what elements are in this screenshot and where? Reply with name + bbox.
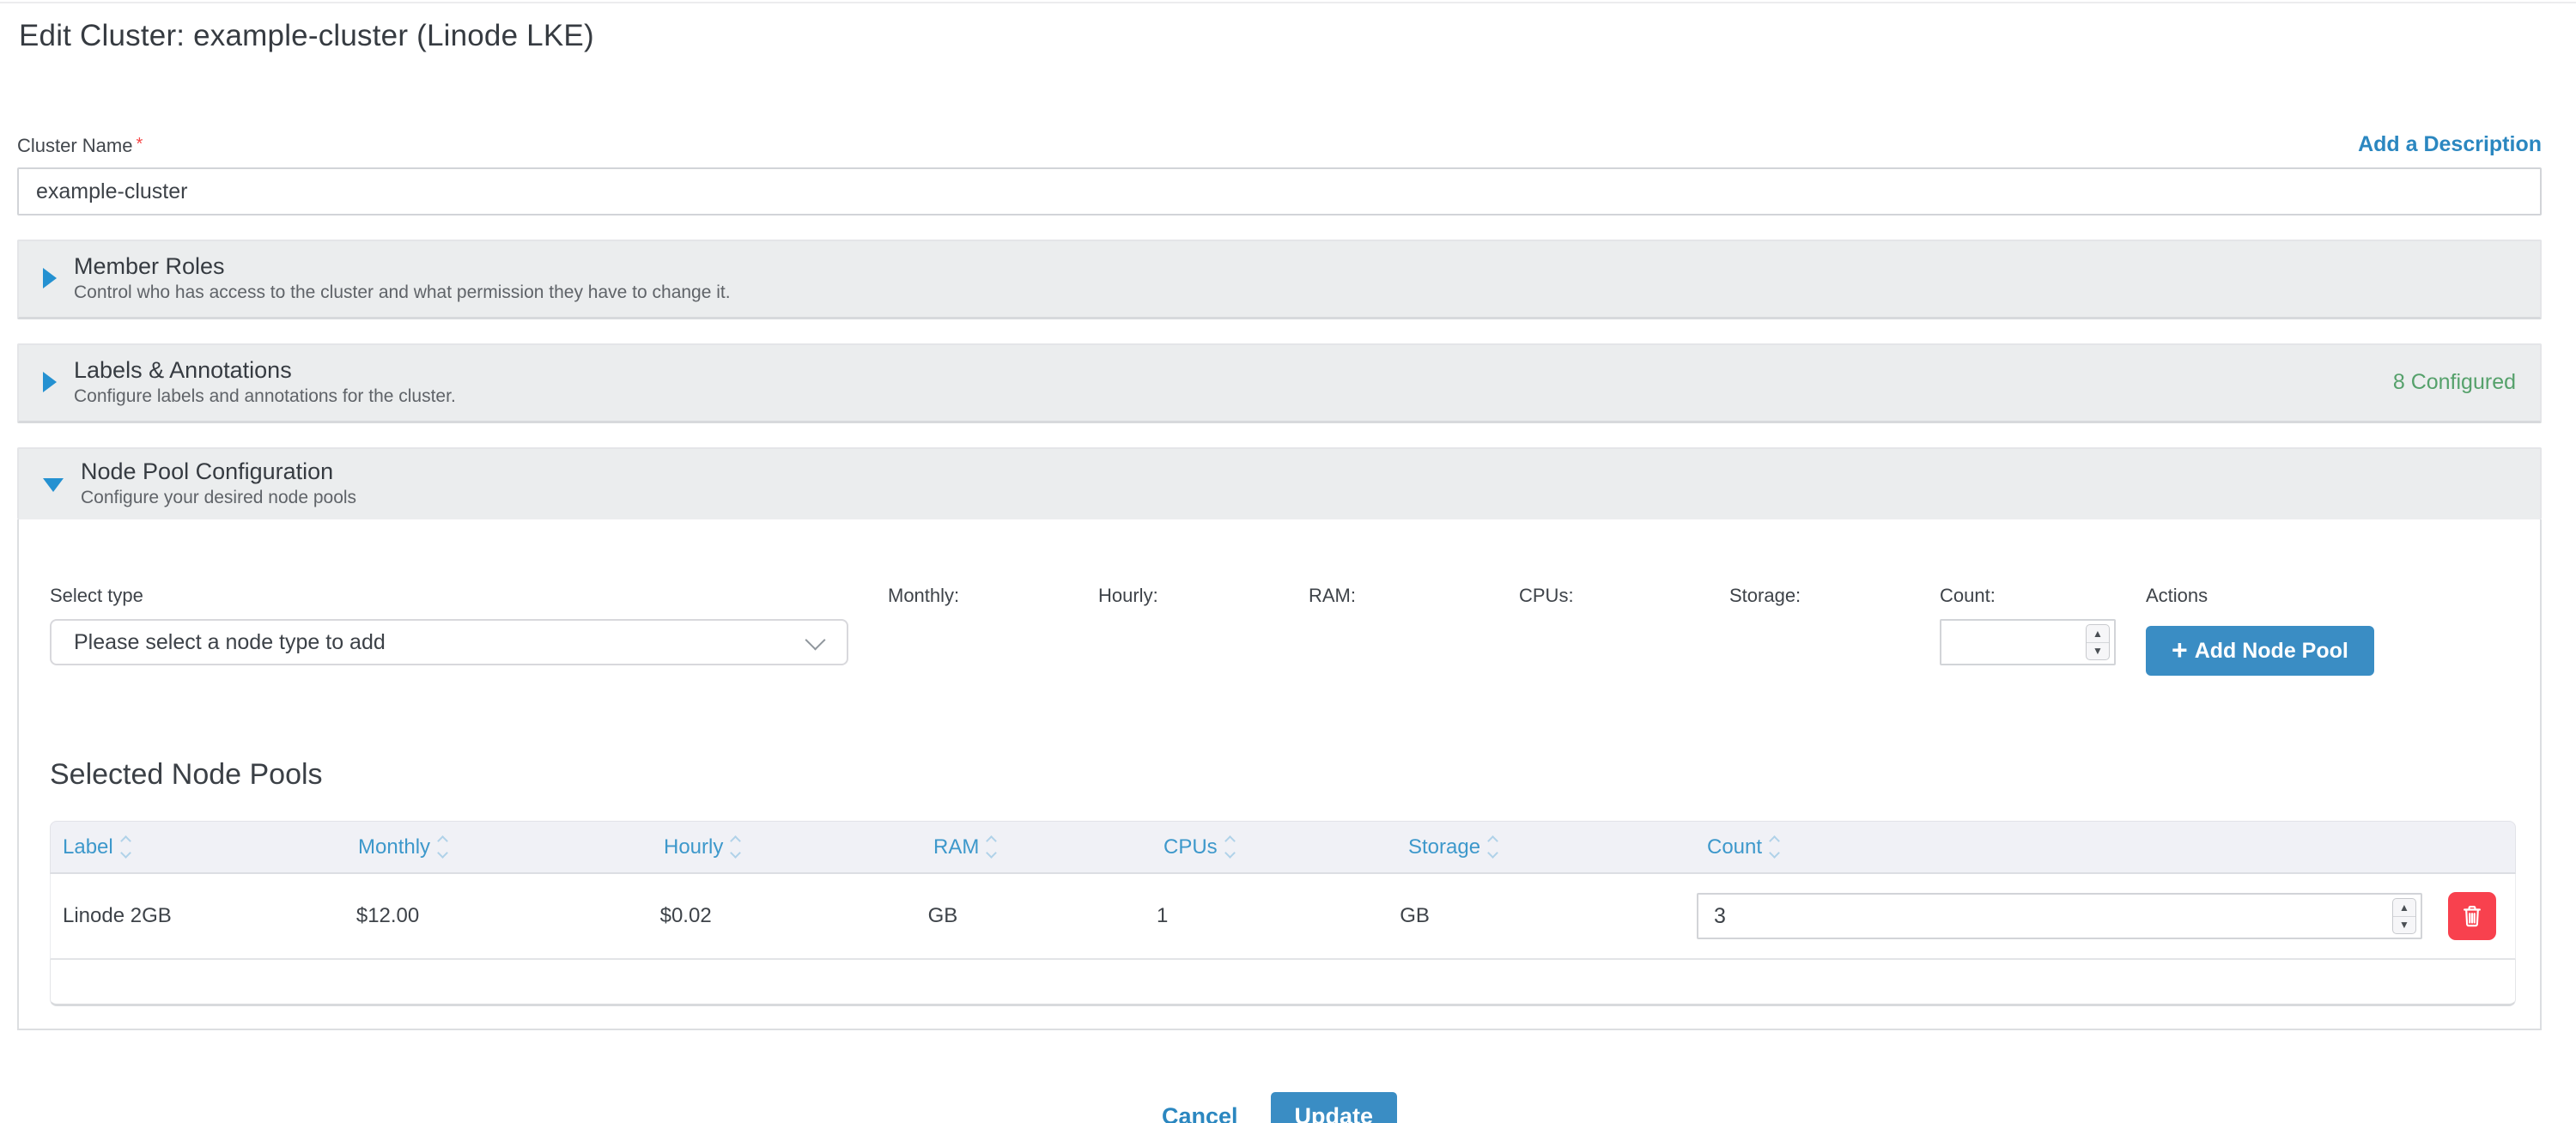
- stepper-down-icon[interactable]: ▼: [2087, 643, 2109, 660]
- stepper-arrows[interactable]: ▲ ▼: [2086, 624, 2110, 660]
- column-header-ram[interactable]: RAM: [933, 835, 1163, 859]
- pool-cpus-cell: 1: [1157, 904, 1400, 928]
- node-pool-configuration-subtitle: Configure your desired node pools: [81, 487, 356, 509]
- node-pool-configuration-title: Node Pool Configuration: [81, 458, 356, 485]
- cluster-name-input[interactable]: [17, 167, 2542, 215]
- sort-icon: [987, 837, 995, 857]
- column-header-monthly[interactable]: Monthly: [358, 835, 664, 859]
- count-label: Count:: [1940, 585, 2146, 607]
- sort-icon: [1226, 837, 1234, 857]
- accordion-labels-annotations[interactable]: Labels & Annotations Configure labels an…: [17, 343, 2542, 423]
- selected-node-pools-heading: Selected Node Pools: [50, 758, 2516, 792]
- pool-count-input[interactable]: [1697, 893, 2422, 939]
- node-type-select[interactable]: Please select a node type to add: [50, 619, 848, 665]
- sort-icon: [1771, 837, 1778, 857]
- column-header-count[interactable]: Count: [1707, 835, 2515, 859]
- page-title: Edit Cluster: example-cluster (Linode LK…: [17, 3, 2542, 53]
- ram-label: RAM:: [1309, 585, 1519, 607]
- column-header-label-text: Label: [63, 835, 113, 859]
- column-header-label[interactable]: Label: [63, 835, 358, 859]
- pool-count-stepper: ▲ ▼: [1697, 893, 2422, 939]
- accordion-node-pool-configuration[interactable]: Node Pool Configuration Configure your d…: [17, 447, 2542, 519]
- cluster-name-label: Cluster Name: [17, 135, 132, 156]
- column-header-cpus[interactable]: CPUs: [1163, 835, 1408, 859]
- column-header-storage-text: Storage: [1408, 835, 1480, 859]
- pool-storage-cell: GB: [1400, 904, 1697, 928]
- count-stepper: ▲ ▼: [1940, 619, 2116, 665]
- form-actions: Cancel Update: [17, 1092, 2542, 1123]
- pool-hourly-cell: $0.02: [660, 904, 928, 928]
- node-type-select-value: Please select a node type to add: [74, 630, 386, 655]
- table-footer-row: [50, 960, 2516, 1006]
- labels-annotations-text: Labels & Annotations Configure labels an…: [74, 356, 456, 408]
- storage-label: Storage:: [1729, 585, 1940, 607]
- member-roles-header: Member Roles Control who has access to t…: [43, 252, 731, 304]
- labels-annotations-header: Labels & Annotations Configure labels an…: [43, 356, 456, 408]
- cluster-name-row: Cluster Name* Add a Description: [17, 132, 2542, 157]
- count-column: Count: ▲ ▼: [1940, 585, 2146, 665]
- hourly-label: Hourly:: [1098, 585, 1309, 607]
- cpus-label: CPUs:: [1519, 585, 1729, 607]
- labels-annotations-title: Labels & Annotations: [74, 356, 456, 384]
- cancel-button[interactable]: Cancel: [1162, 1103, 1238, 1123]
- sort-icon: [732, 837, 739, 857]
- node-type-column: Select type Please select a node type to…: [50, 585, 848, 665]
- labels-annotations-subtitle: Configure labels and annotations for the…: [74, 385, 456, 408]
- chevron-right-icon: [43, 372, 57, 392]
- monthly-label: Monthly:: [888, 585, 1098, 607]
- node-pool-configuration-body: Select type Please select a node type to…: [17, 519, 2542, 1030]
- add-node-pool-button[interactable]: + Add Node Pool: [2146, 626, 2374, 676]
- table-header-row: Label Monthly Hourly RAM CPUs: [50, 821, 2516, 874]
- column-header-monthly-text: Monthly: [358, 835, 430, 859]
- column-header-count-text: Count: [1707, 835, 1762, 859]
- cluster-name-label-group: Cluster Name*: [17, 135, 143, 157]
- storage-column: Storage:: [1729, 585, 1940, 619]
- stepper-arrows[interactable]: ▲ ▼: [2392, 898, 2416, 934]
- node-pool-configuration-text: Node Pool Configuration Configure your d…: [81, 458, 356, 509]
- select-type-label: Select type: [50, 585, 848, 607]
- add-node-pool-button-label: Add Node Pool: [2195, 639, 2348, 664]
- sort-icon: [439, 837, 447, 857]
- actions-column: Actions + Add Node Pool: [2146, 585, 2516, 676]
- node-pool-configuration-header: Node Pool Configuration Configure your d…: [43, 458, 356, 509]
- pool-monthly-cell: $12.00: [356, 904, 660, 928]
- column-header-hourly-text: Hourly: [664, 835, 723, 859]
- member-roles-text: Member Roles Control who has access to t…: [74, 252, 731, 304]
- chevron-right-icon: [43, 268, 57, 288]
- member-roles-subtitle: Control who has access to the cluster an…: [74, 282, 731, 304]
- member-roles-title: Member Roles: [74, 252, 731, 280]
- cpus-column: CPUs:: [1519, 585, 1729, 619]
- column-header-storage[interactable]: Storage: [1408, 835, 1707, 859]
- table-row: Linode 2GB $12.00 $0.02 GB 1 GB ▲ ▼: [50, 874, 2516, 960]
- monthly-column: Monthly:: [888, 585, 1098, 619]
- update-button[interactable]: Update: [1271, 1092, 1398, 1123]
- stepper-up-icon[interactable]: ▲: [2393, 899, 2415, 917]
- hourly-column: Hourly:: [1098, 585, 1309, 619]
- edit-cluster-page: Edit Cluster: example-cluster (Linode LK…: [0, 3, 2576, 1123]
- chevron-down-icon: [805, 629, 825, 650]
- actions-label: Actions: [2146, 585, 2516, 607]
- delete-pool-button[interactable]: [2448, 892, 2496, 940]
- sort-icon: [1489, 837, 1497, 857]
- required-asterisk: *: [136, 135, 143, 154]
- column-header-hourly[interactable]: Hourly: [664, 835, 933, 859]
- accordion-member-roles[interactable]: Member Roles Control who has access to t…: [17, 240, 2542, 319]
- stepper-down-icon[interactable]: ▼: [2393, 917, 2415, 934]
- add-node-pool-row: Select type Please select a node type to…: [50, 585, 2516, 676]
- pool-label-cell: Linode 2GB: [63, 904, 356, 928]
- trash-icon: [2460, 903, 2484, 929]
- configured-count-badge: 8 Configured: [2393, 370, 2516, 395]
- column-header-ram-text: RAM: [933, 835, 979, 859]
- sort-icon: [122, 837, 130, 857]
- chevron-down-icon: [43, 478, 64, 492]
- pool-ram-cell: GB: [928, 904, 1157, 928]
- pool-count-cell: ▲ ▼: [1697, 892, 2515, 940]
- stepper-up-icon[interactable]: ▲: [2087, 625, 2109, 643]
- selected-node-pools-table: Label Monthly Hourly RAM CPUs: [50, 821, 2516, 1006]
- add-description-link[interactable]: Add a Description: [2358, 132, 2542, 157]
- column-header-cpus-text: CPUs: [1163, 835, 1218, 859]
- plus-icon: +: [2172, 636, 2188, 664]
- ram-column: RAM:: [1309, 585, 1519, 619]
